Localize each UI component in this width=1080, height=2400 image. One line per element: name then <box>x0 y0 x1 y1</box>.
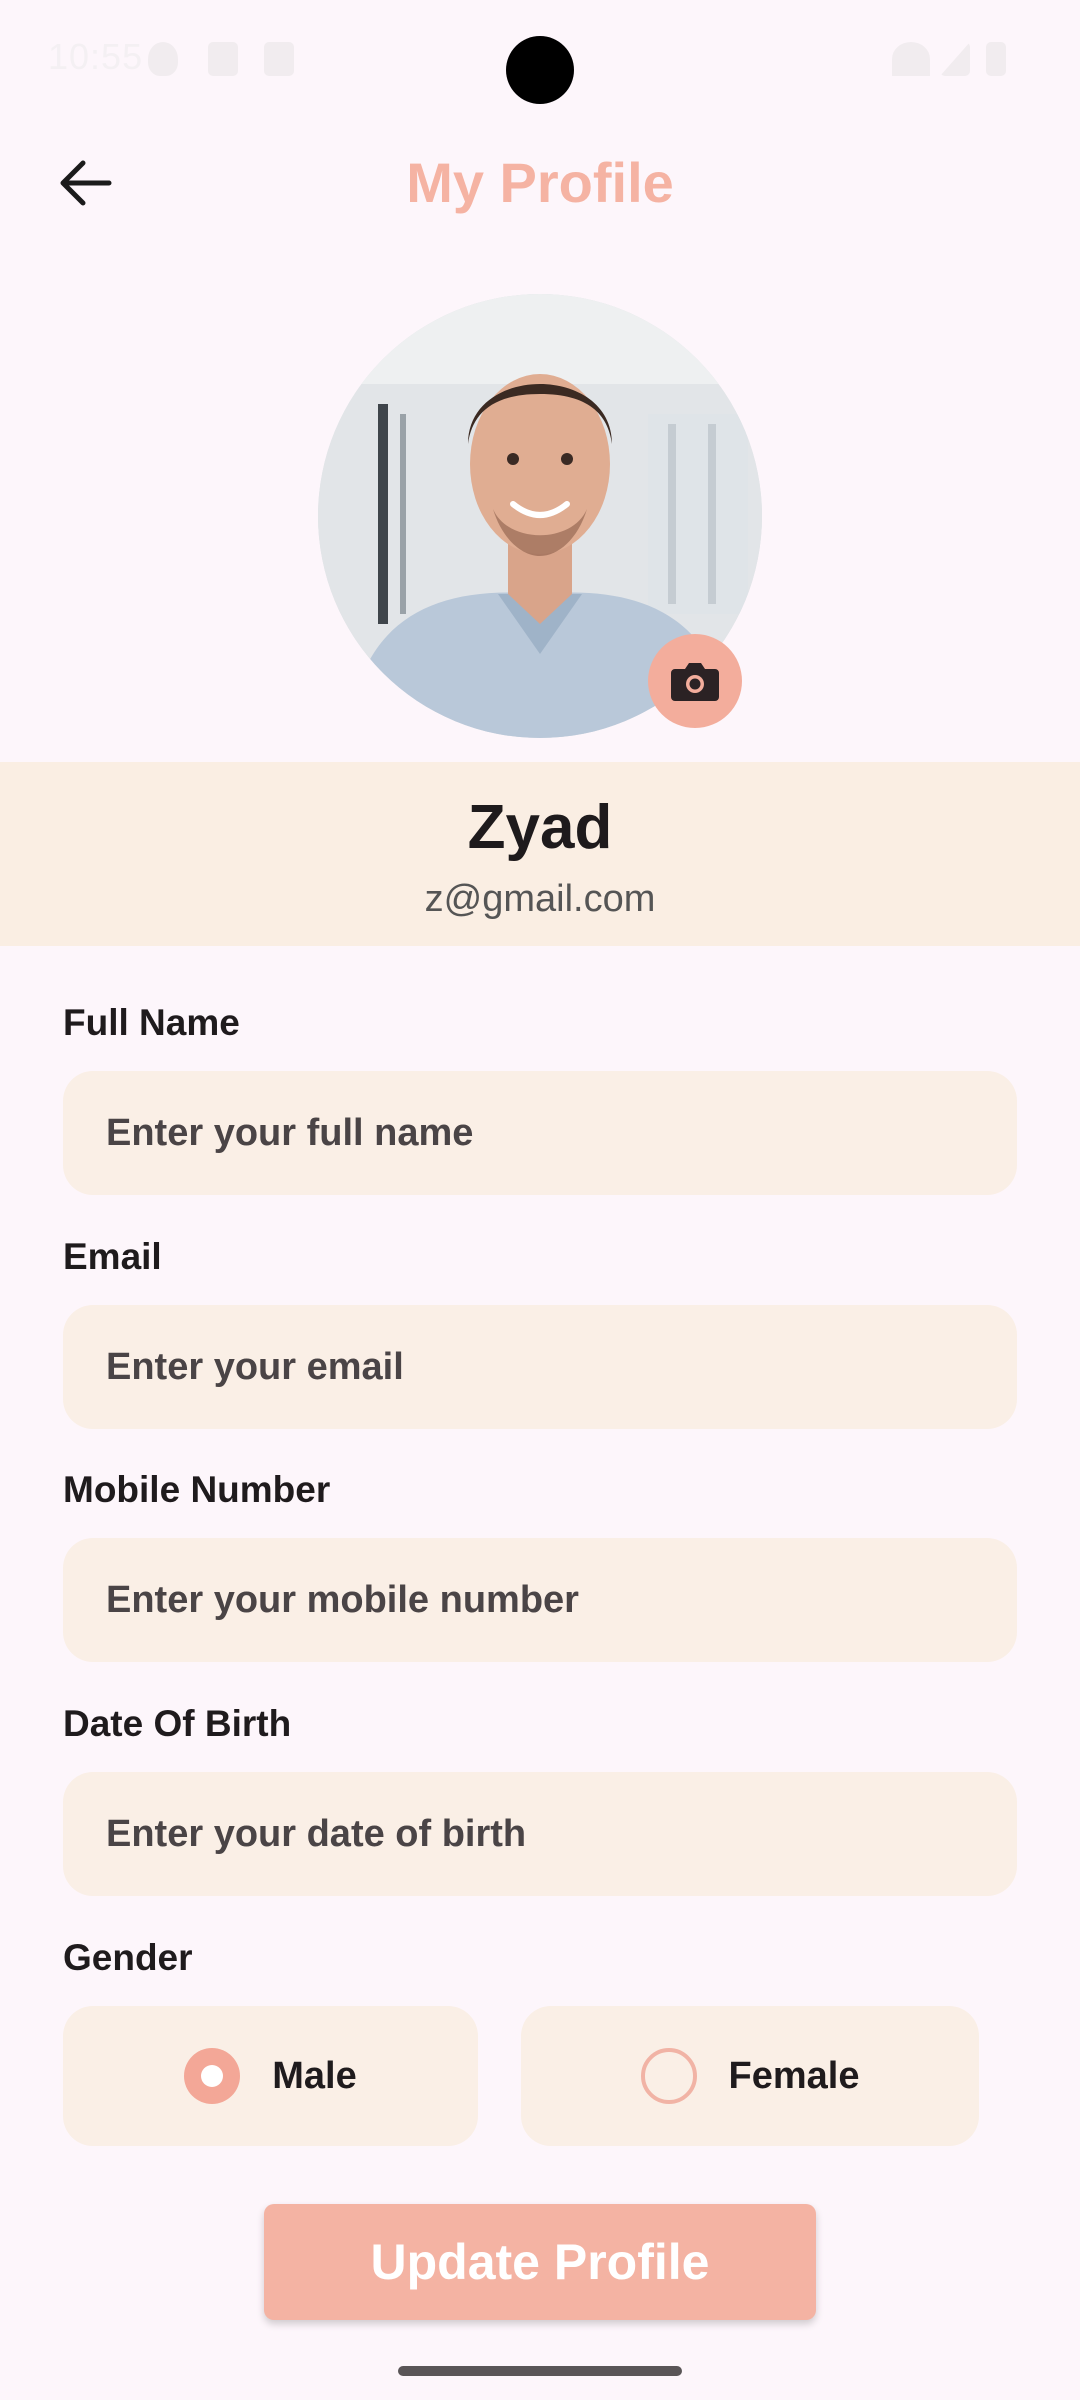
camera-icon <box>671 663 719 701</box>
avatar-container <box>318 294 762 738</box>
email-input[interactable] <box>63 1305 1017 1429</box>
female-radio-button[interactable] <box>640 2048 697 2104</box>
date-of-birth-label: Date Of Birth <box>63 1703 292 1744</box>
mobile-number-input[interactable] <box>63 1538 1017 1662</box>
change-photo-button[interactable] <box>648 634 742 728</box>
profile-screen: 10:55 My Profile Zyad z@gmail.com Full N… <box>0 0 1080 2400</box>
full-name-label: Full Name <box>63 1002 240 1043</box>
gender-option-male[interactable]: Male <box>63 2006 478 2146</box>
gender-option-female[interactable]: Female <box>521 2006 979 2146</box>
date-of-birth-input[interactable] <box>63 1772 1017 1896</box>
gender-label: Gender <box>63 1937 193 1978</box>
email-label: Email <box>63 1236 162 1277</box>
sim-status-icon <box>264 42 294 76</box>
page-title: My Profile <box>406 151 674 214</box>
shield-status-icon <box>148 42 178 76</box>
update-profile-button[interactable]: Update Profile <box>264 2204 816 2320</box>
signal-status-icon <box>940 42 970 76</box>
male-radio-button[interactable] <box>184 2048 241 2104</box>
user-name: Zyad <box>467 793 613 862</box>
full-name-input[interactable] <box>63 1071 1017 1195</box>
wifi-status-icon <box>892 42 930 76</box>
male-label: Male <box>272 2054 357 2097</box>
female-label: Female <box>728 2054 860 2097</box>
notification-status-icon <box>208 42 238 76</box>
home-indicator[interactable] <box>398 2366 682 2376</box>
front-camera-cutout <box>506 36 574 104</box>
battery-status-icon <box>986 42 1006 76</box>
status-time: 10:55 <box>48 36 144 77</box>
user-email: z@gmail.com <box>424 878 656 920</box>
profile-summary-band: Zyad z@gmail.com <box>0 762 1080 946</box>
mobile-number-label: Mobile Number <box>63 1469 331 1510</box>
status-bar: 10:55 <box>0 0 1080 120</box>
